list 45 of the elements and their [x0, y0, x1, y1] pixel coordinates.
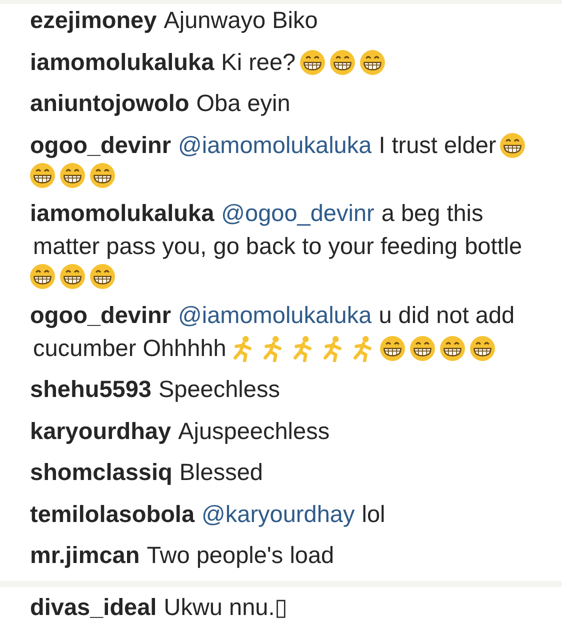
username[interactable]: divas_ideal [30, 590, 157, 624]
username[interactable]: shomclassiq [30, 456, 172, 489]
comment-text: Oba eyin [196, 89, 290, 118]
grinning-face-icon [59, 263, 86, 290]
grinning-face-icon [328, 48, 356, 76]
username[interactable]: temilolasobola [30, 498, 195, 530]
comment-text: Speechless [158, 375, 280, 404]
grinning-face-icon [89, 263, 116, 290]
grinning-face-icon [409, 334, 436, 362]
username[interactable]: karyourdhay [30, 414, 172, 448]
username[interactable]: ezejimoney [30, 4, 157, 37]
username[interactable]: ogoo_devinr [30, 298, 172, 332]
grinning-face-icon [29, 162, 56, 188]
grinning-face-icon [499, 132, 526, 158]
comment-text: u did not add [378, 300, 515, 330]
grinning-face-icon [298, 48, 326, 76]
mention-link[interactable]: @ogoo_devinr [221, 197, 374, 230]
username[interactable]: aniuntojowolo [30, 87, 190, 120]
username[interactable]: ogoo_devinr [30, 128, 172, 162]
comment-text: lol [362, 500, 386, 528]
mention-link[interactable]: @iamomolukaluka [178, 298, 372, 332]
grinning-face-icon [358, 48, 386, 76]
comment-text: Two people's load [146, 541, 334, 570]
mention-link[interactable]: @iamomolukaluka [178, 128, 372, 162]
comment-text: Ukwu nnu.▯ [164, 592, 288, 622]
username[interactable]: shehu5593 [30, 373, 152, 406]
comment-text: Blessed [179, 458, 263, 487]
username[interactable]: mr.jimcan [30, 539, 140, 572]
grinning-face-icon [29, 263, 56, 290]
comment-text: cucumber Ohhhhh [33, 334, 226, 362]
comment-text: a beg this [381, 199, 484, 228]
comment-text: bottle [464, 232, 522, 261]
comment-text: I trust elder [378, 130, 496, 160]
grinning-face-icon [469, 334, 496, 362]
mention-link[interactable]: @karyourdhay [202, 498, 355, 530]
comment-text: matter pass you, go back to your feeding [33, 232, 458, 261]
grinning-face-icon [379, 334, 406, 362]
username[interactable]: iamomolukaluka [30, 197, 214, 230]
grinning-face-icon [439, 334, 466, 362]
comment-text: Ajuspeechless [178, 416, 330, 446]
username[interactable]: iamomolukaluka [30, 46, 214, 78]
grinning-face-icon [89, 162, 116, 188]
comment-text: Ki ree? [221, 48, 296, 76]
grinning-face-icon [59, 162, 86, 188]
comment-text: Ajunwayo Biko [164, 6, 318, 35]
